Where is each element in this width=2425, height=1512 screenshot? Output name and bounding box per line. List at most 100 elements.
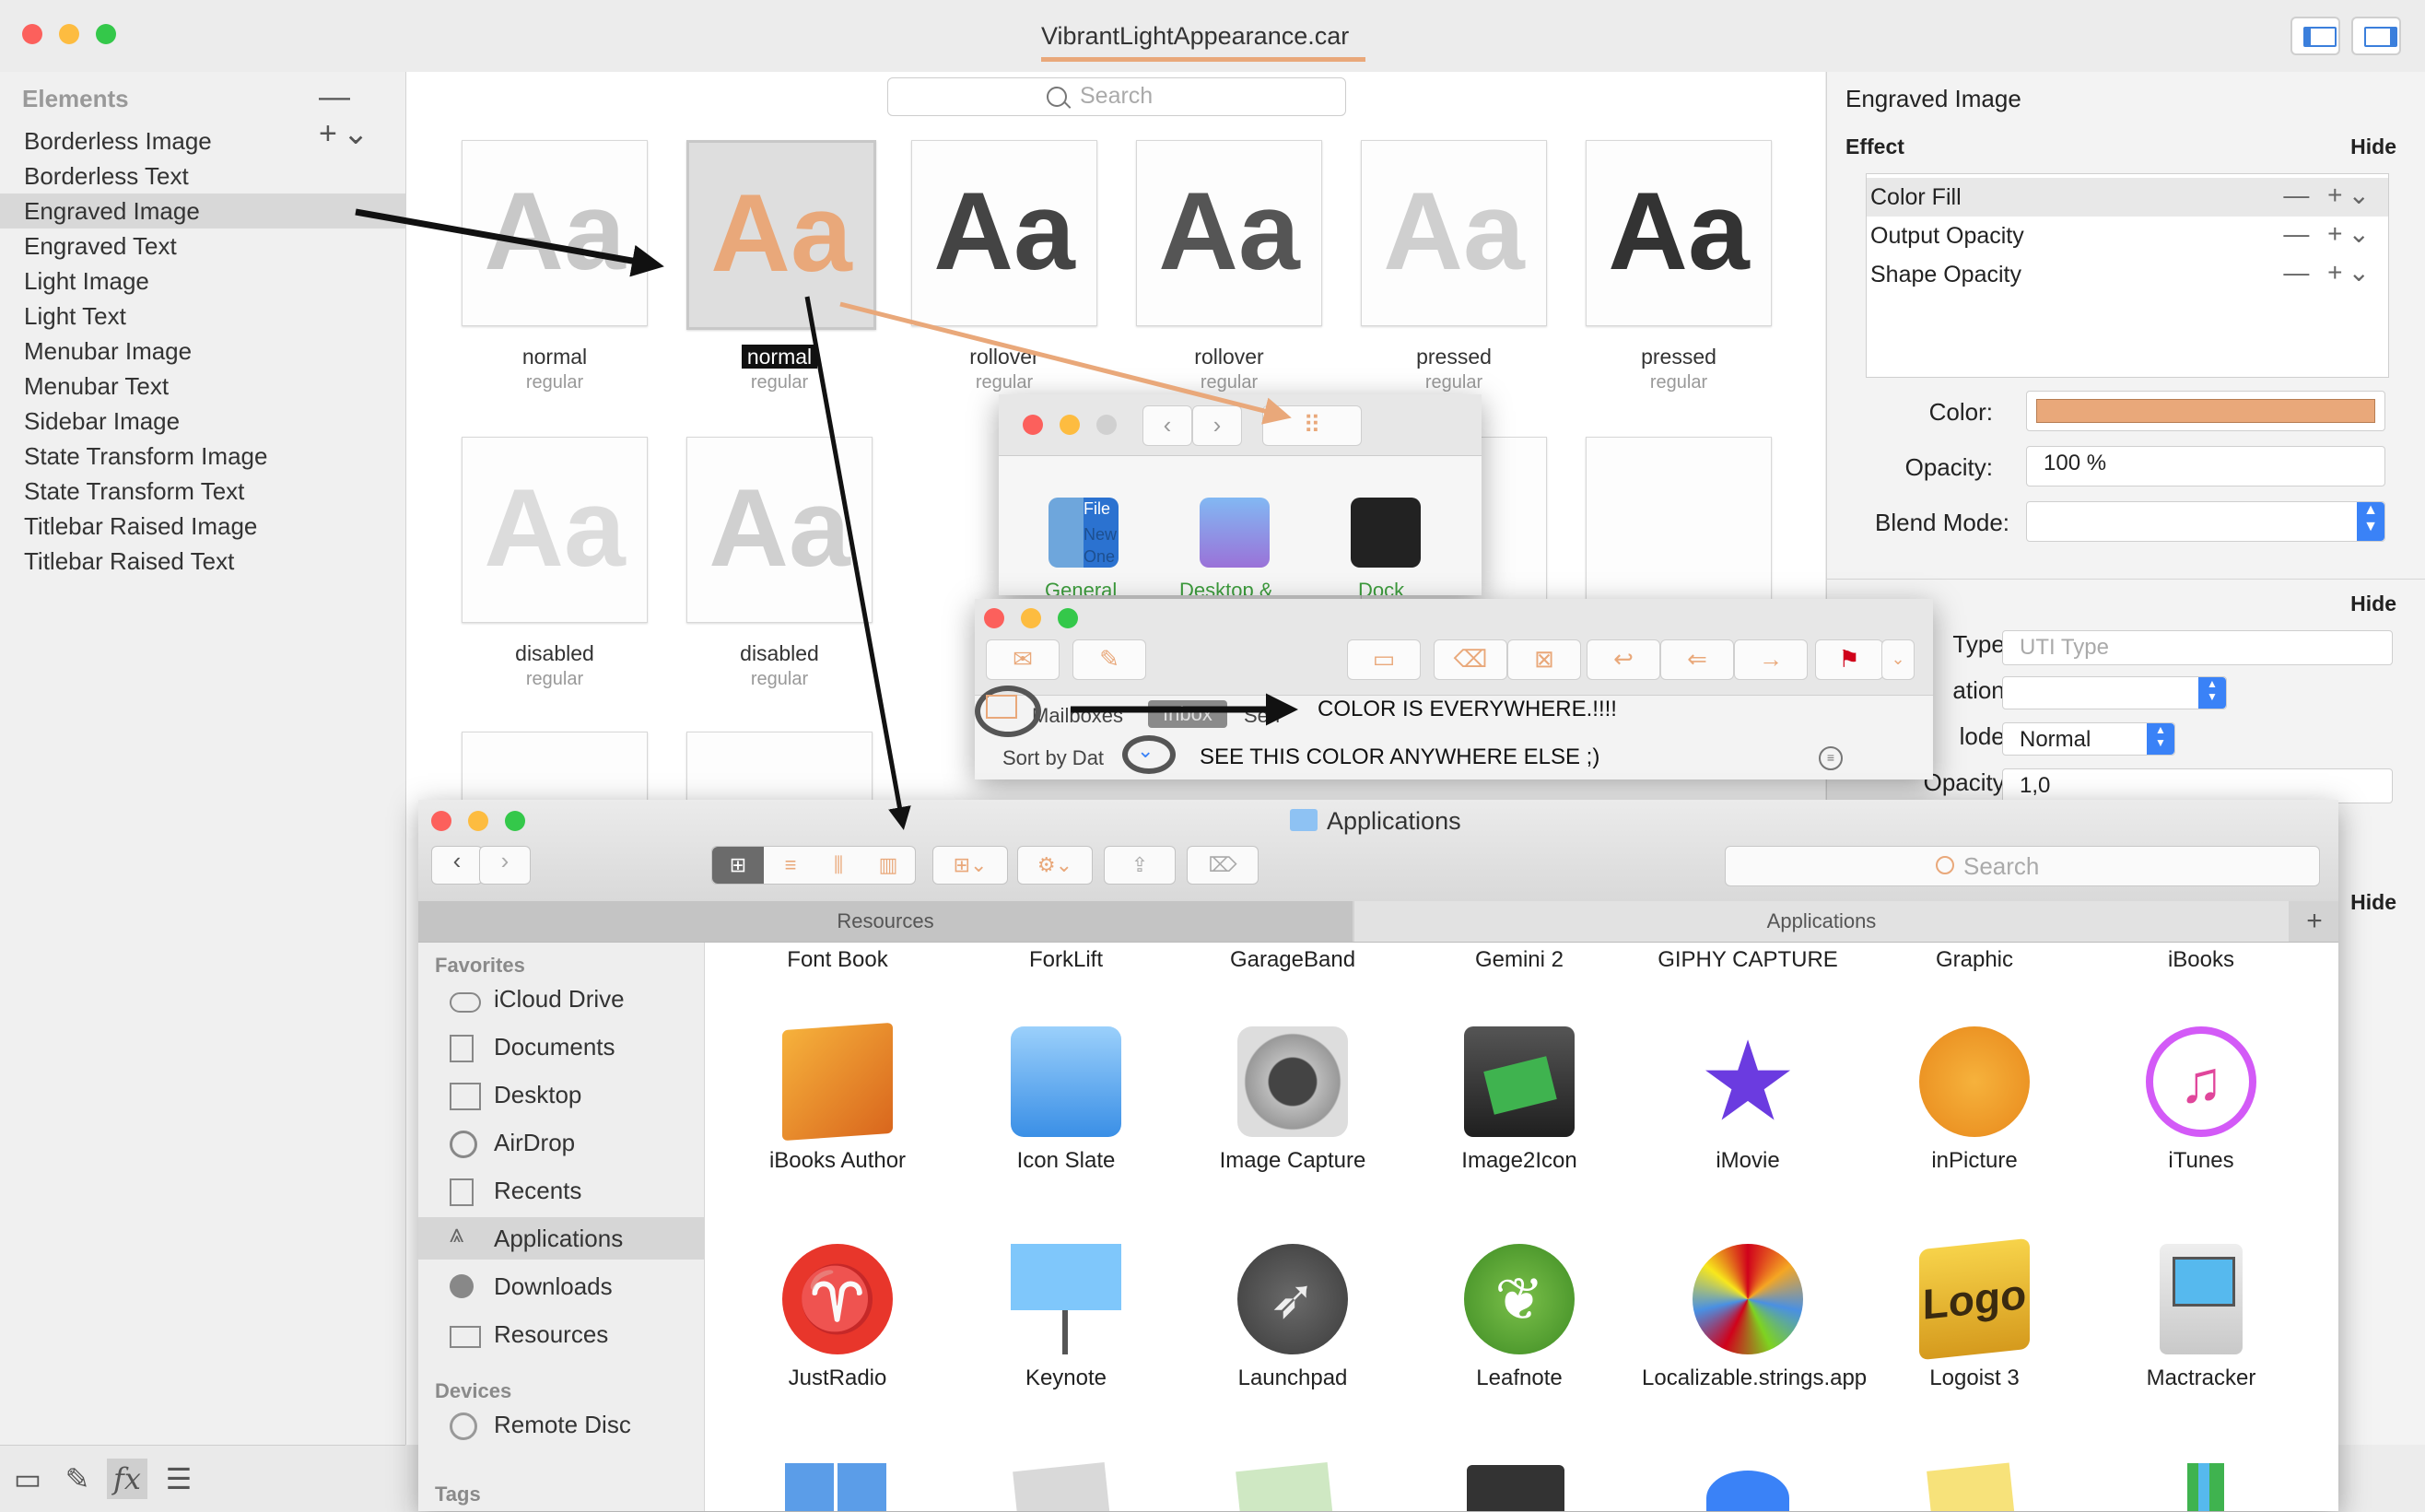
eyedropper-icon[interactable]: ✎ [57, 1459, 98, 1499]
sidebar-item-resources[interactable]: Resources [418, 1313, 704, 1355]
forward-button[interactable]: › [1192, 405, 1242, 446]
minimize-button[interactable] [59, 24, 79, 44]
arrange-icon[interactable]: ⊞⌄ [932, 846, 1008, 885]
app-partial-icon[interactable] [785, 1463, 886, 1511]
blend-mode-popup[interactable]: ▲ ▼ [2026, 501, 2385, 542]
sort-by-date[interactable]: Sort by Dat [1002, 746, 1104, 770]
finder-search-field[interactable]: Search [1725, 846, 2320, 886]
sidebar-item[interactable]: Light Text [0, 299, 405, 334]
zoom-button[interactable] [505, 811, 525, 831]
zoom-button[interactable] [1058, 608, 1078, 628]
app-partial-icon[interactable] [1236, 1461, 1333, 1511]
sidebar-item[interactable]: Engraved Text [0, 229, 405, 264]
back-button[interactable]: ‹ [431, 846, 483, 885]
share-icon[interactable]: ⇪ [1104, 846, 1176, 885]
dock-pref-icon[interactable] [1351, 498, 1421, 568]
list-view-icon[interactable]: ≡ [767, 847, 814, 884]
sidebar-toggle-icon[interactable] [986, 695, 1017, 719]
mailboxes-button[interactable]: Mailboxes [1032, 704, 1123, 728]
sidebar-item-remote-disc[interactable]: Remote Disc [418, 1403, 704, 1446]
sidebar-item[interactable]: Borderless Image [0, 123, 405, 158]
tag-icon[interactable]: ⌦ [1187, 846, 1259, 885]
reply-all-icon[interactable]: ⇐ [1660, 639, 1734, 680]
stack-icon[interactable]: ☰ [158, 1459, 199, 1499]
sidebar-item[interactable]: State Transform Text [0, 474, 405, 509]
filter-icon[interactable]: ≡ [1819, 746, 1843, 770]
icon-view-icon[interactable]: ⊞ [712, 847, 764, 884]
archive-icon[interactable]: ▭ [1347, 639, 1421, 680]
effects-fx-icon[interactable]: fx [107, 1459, 147, 1499]
zoom-button[interactable] [1096, 415, 1117, 435]
app-partial-icon[interactable] [1927, 1462, 2015, 1511]
sidebar-item-recents[interactable]: Recents [418, 1169, 704, 1212]
sidebar-item[interactable]: State Transform Image [0, 439, 405, 474]
reply-icon[interactable]: ↩ [1587, 639, 1660, 680]
sidebar-item-icloud-drive[interactable]: iCloud Drive [418, 978, 704, 1020]
sidebar-item-desktop[interactable]: Desktop [418, 1073, 704, 1116]
show-all-grid-icon[interactable]: ⠿ [1262, 405, 1362, 446]
color-well[interactable] [2026, 391, 2385, 431]
close-button[interactable] [431, 811, 451, 831]
close-button[interactable] [984, 608, 1004, 628]
zoom-button[interactable] [96, 24, 116, 44]
sidebar-item[interactable]: Titlebar Raised Image [0, 509, 405, 544]
sidebar-item[interactable]: Light Image [0, 264, 405, 299]
hide-section-button[interactable]: Hide [2350, 592, 2396, 616]
toggle-left-panel-button[interactable] [2290, 17, 2340, 55]
tab-resources[interactable]: Resources [418, 901, 1353, 942]
flag-icon[interactable]: ⚑ [1815, 639, 1883, 680]
general-pref-icon[interactable]: File New One [1048, 498, 1119, 568]
sort-chevron-icon[interactable]: ⌄ [1137, 739, 1154, 763]
ation-popup[interactable]: ▲ ▼ [2002, 676, 2227, 709]
sidebar-item[interactable]: Menubar Image [0, 334, 405, 369]
opacity2-field[interactable]: 1,0 [2002, 768, 2393, 803]
back-button[interactable]: ‹ [1142, 405, 1192, 446]
app-label[interactable]: ForkLift [960, 947, 1172, 973]
minimize-button[interactable] [1021, 608, 1041, 628]
sidebar-item[interactable]: Borderless Text [0, 158, 405, 193]
hide-section-button[interactable]: Hide [2350, 890, 2396, 915]
sidebar-item-selected[interactable]: Engraved Image [0, 193, 405, 229]
view-mode-segmented[interactable]: ⊞ ≡ ⫼ ▥ [711, 846, 916, 885]
gallery-view-icon[interactable]: ▥ [863, 847, 913, 884]
uti-type-field[interactable]: UTI Type [2002, 630, 2393, 665]
app-partial-icon[interactable] [2187, 1463, 2224, 1511]
app-label[interactable]: iBooks [2095, 947, 2307, 973]
desktop-pref-icon[interactable] [1200, 498, 1270, 568]
app-label[interactable]: Graphic [1869, 947, 2080, 973]
sidebar-item-airdrop[interactable]: AirDrop [418, 1121, 704, 1164]
image-icon[interactable]: ▭ [7, 1459, 48, 1499]
column-view-icon[interactable]: ⫼ [815, 847, 861, 884]
gear-icon[interactable]: ⚙⌄ [1017, 846, 1093, 885]
close-button[interactable] [1023, 415, 1043, 435]
effect-controls[interactable]: — +⌄ [2283, 218, 2375, 249]
minimize-button[interactable] [1060, 415, 1080, 435]
tab-applications[interactable]: Applications [1354, 901, 2289, 942]
mode-popup[interactable]: Normal ▲ ▼ [2002, 722, 2175, 756]
effect-controls[interactable]: — +⌄ [2283, 180, 2375, 210]
sidebar-item-downloads[interactable]: Downloads [418, 1265, 704, 1307]
sidebar-item-applications[interactable]: ⩓ Applications [418, 1217, 704, 1260]
sidebar-item-documents[interactable]: Documents [418, 1026, 704, 1068]
effect-controls[interactable]: — +⌄ [2283, 257, 2375, 287]
sidebar-item[interactable]: Sidebar Image [0, 404, 405, 439]
opacity-field[interactable]: 100 % [2026, 446, 2385, 486]
search-field[interactable]: Search [887, 77, 1346, 116]
compose-icon[interactable]: ✎ [1072, 639, 1146, 680]
app-label[interactable]: Gemini 2 [1413, 947, 1625, 973]
app-label[interactable]: GIPHY CAPTURE [1642, 947, 1854, 973]
app-partial-icon[interactable] [1013, 1461, 1110, 1511]
forward-button[interactable]: › [479, 846, 531, 885]
toggle-right-panel-button[interactable] [2351, 17, 2401, 55]
effect-item-shape-opacity[interactable]: Shape Opacity — +⌄ [1867, 255, 2388, 294]
sent-tab[interactable]: Sen [1244, 704, 1280, 728]
close-button[interactable] [22, 24, 42, 44]
minimize-button[interactable] [468, 811, 488, 831]
get-mail-envelope-icon[interactable]: ✉ [986, 639, 1060, 680]
new-tab-plus-icon[interactable]: + [2290, 901, 2338, 942]
effect-item-output-opacity[interactable]: Output Opacity — +⌄ [1867, 217, 2388, 255]
sidebar-item[interactable]: Titlebar Raised Text [0, 544, 405, 579]
app-partial-icon[interactable] [1706, 1471, 1789, 1511]
flag-menu-chevron-icon[interactable]: ⌄ [1881, 639, 1915, 680]
app-label[interactable]: GarageBand [1187, 947, 1399, 973]
